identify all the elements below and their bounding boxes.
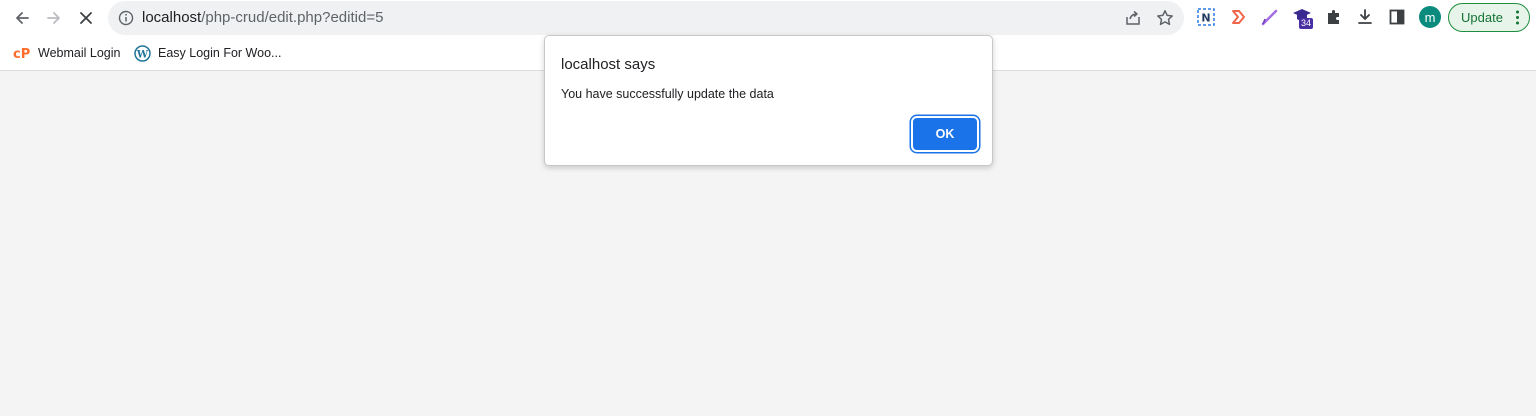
star-icon[interactable] [1156,9,1174,27]
profile-avatar[interactable]: m [1419,6,1441,28]
url-text[interactable]: localhost/php-crud/edit.php?editid=5 [142,9,383,26]
update-button[interactable]: Update [1448,3,1530,32]
notion-extension-button[interactable]: N [1195,6,1217,28]
arrow-extension-icon [1232,10,1245,24]
notion-extension-icon: N [1197,8,1215,26]
cpanel-icon: cP [13,44,31,62]
dialog-title: localhost says [561,56,656,73]
ok-button[interactable]: OK [913,118,977,150]
bookmark-label: Webmail Login [38,46,121,60]
forward-icon [47,12,60,24]
back-button[interactable] [10,6,34,30]
wordpress-icon: W [133,44,151,62]
forward-button[interactable] [42,6,66,30]
info-icon[interactable] [118,10,134,26]
svg-text:N: N [1201,12,1210,25]
extension-badge: 34 [1299,18,1314,29]
bookmark-easy-login[interactable]: W Easy Login For Woo... [133,44,281,62]
browser-toolbar: localhost/php-crud/edit.php?editid=5 N 3… [0,0,1536,36]
address-bar[interactable]: localhost/php-crud/edit.php?editid=5 [108,1,1184,35]
bookmark-webmail-login[interactable]: cP Webmail Login [13,44,120,62]
alert-dialog: localhost says You have successfully upd… [544,35,993,166]
extensions-button[interactable] [1323,6,1345,28]
update-label: Update [1461,10,1503,25]
url-path: /php-crud/edit.php?editid=5 [201,9,384,26]
bookmark-label: Easy Login For Woo... [158,46,282,60]
side-panel-icon [1389,9,1405,25]
kebab-menu-icon [1516,10,1519,25]
puzzle-icon [1328,10,1339,24]
stop-button[interactable] [74,6,98,30]
url-host: localhost [142,9,202,26]
svg-text:cP: cP [13,47,30,60]
download-icon [1358,9,1372,24]
share-icon[interactable] [1124,9,1142,27]
graduation-cap-extension-button[interactable]: 34 [1292,6,1314,29]
side-panel-button[interactable] [1386,6,1408,28]
svg-text:W: W [135,49,148,60]
dialog-message: You have successfully update the data [561,87,774,101]
arrow-extension-button[interactable] [1227,6,1249,28]
stop-icon [80,12,92,24]
back-icon [16,12,29,24]
pen-extension-icon [1261,9,1278,26]
pen-extension-button[interactable] [1259,6,1281,28]
downloads-button[interactable] [1354,6,1376,28]
